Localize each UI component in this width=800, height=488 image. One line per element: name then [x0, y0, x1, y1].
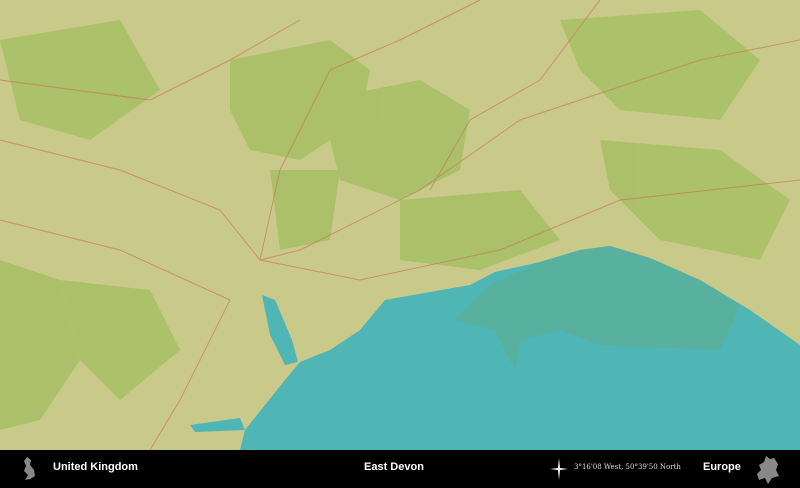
- europe-silhouette-icon: [757, 456, 779, 484]
- continent-label: Europe: [703, 461, 741, 473]
- footer-bar: United Kingdom East Devon 3°16'08 West, …: [0, 450, 800, 488]
- coordinates-label: 3°16'08 West, 50°39'50 North: [574, 463, 681, 471]
- map-view[interactable]: [0, 0, 800, 450]
- uk-silhouette-icon: [24, 457, 35, 480]
- region-label: East Devon: [364, 461, 424, 473]
- country-label: United Kingdom: [53, 461, 138, 473]
- compass-star-icon: [550, 458, 568, 480]
